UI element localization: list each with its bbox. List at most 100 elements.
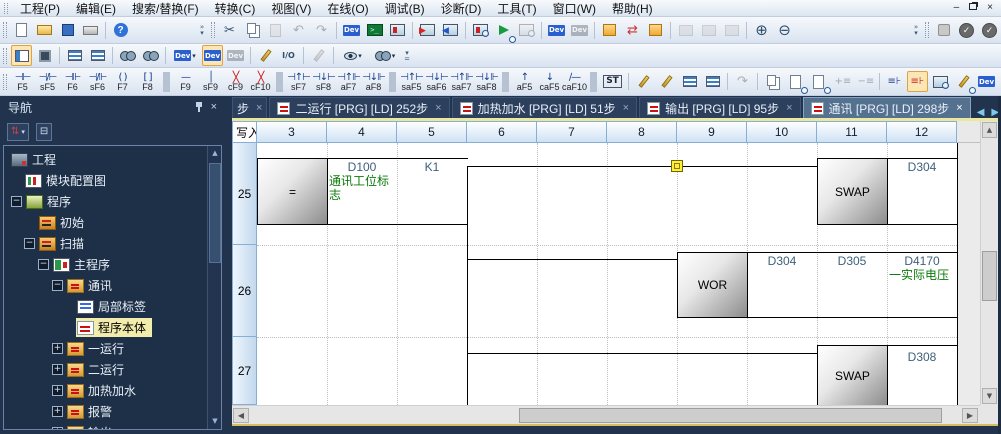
tab-scroll-left-icon[interactable]: ◀	[977, 107, 985, 118]
expander-icon[interactable]	[52, 343, 63, 354]
menu-item[interactable]: 窗口(W)	[545, 0, 604, 17]
ladder-symbol-button[interactable]: ╳cF10	[248, 69, 273, 95]
operand-label[interactable]: D308	[887, 350, 957, 364]
tree-item[interactable]: 报警	[4, 401, 221, 422]
tree-item[interactable]: 局部标签	[4, 296, 221, 317]
simulation-stop-icon[interactable]	[721, 20, 742, 41]
operand-label[interactable]: D4170	[887, 254, 957, 268]
horizontal-scrollbar[interactable]: ◀ ▶	[232, 405, 980, 424]
monitor-start-icon[interactable]	[493, 20, 514, 41]
ladder-symbol-button[interactable]: ( )F7	[110, 69, 135, 95]
outline-display-icon[interactable]: ≡⊦	[884, 71, 905, 92]
ladder-symbol-button[interactable]	[502, 72, 509, 92]
device-batch-find-icon[interactable]: Dev	[976, 71, 997, 92]
module-configuration-icon[interactable]	[34, 45, 55, 66]
parameter-edit-icon[interactable]	[255, 45, 276, 66]
ladder-symbol-button[interactable]: │sF9	[198, 69, 223, 95]
compare-instruction-block[interactable]: =	[257, 158, 328, 225]
device-memory-icon[interactable]: Dev	[202, 45, 223, 66]
save-icon[interactable]	[57, 20, 78, 41]
write-statement-icon[interactable]	[599, 20, 620, 41]
ladder-symbol-button[interactable]: ⊣⊩F6	[60, 69, 85, 95]
monitor-stop-icon[interactable]	[516, 20, 537, 41]
program-check-icon[interactable]: ✓	[956, 20, 977, 41]
ladder-symbol-button[interactable]: ∕—caF10	[562, 69, 587, 95]
tab-close-icon[interactable]: ×	[256, 102, 262, 114]
write-to-plc-icon[interactable]: ▶	[417, 20, 438, 41]
scroll-down-icon[interactable]: ▼	[982, 388, 997, 404]
find-statement-icon[interactable]	[785, 71, 806, 92]
tree-item[interactable]: 二运行	[4, 359, 221, 380]
expander-icon[interactable]	[52, 364, 63, 375]
ladder-symbol-button[interactable]: ⊣⊢F5	[10, 69, 35, 95]
monitor-watch-icon[interactable]	[470, 20, 491, 41]
device-comment-edit-icon[interactable]	[633, 71, 654, 92]
scroll-left-icon[interactable]: ◀	[233, 408, 249, 423]
navigation-window-icon[interactable]	[11, 45, 32, 66]
tree-item[interactable]: 主程序	[4, 254, 221, 275]
terminal-monitor-icon[interactable]: >_	[364, 20, 385, 41]
menu-item[interactable]: 帮助(H)	[604, 0, 661, 17]
expander-icon[interactable]	[52, 385, 63, 396]
tab-close-icon[interactable]: ×	[435, 102, 441, 114]
operand-label[interactable]: D304	[747, 254, 817, 268]
swap-instruction-block[interactable]: SWAP	[817, 345, 888, 405]
restore-button[interactable]	[969, 3, 977, 13]
menu-item[interactable]: 转换(C)	[207, 0, 264, 17]
tree-item[interactable]: 模块配置图	[4, 170, 221, 191]
tree-item[interactable]: 一运行	[4, 338, 221, 359]
device-find-icon[interactable]: ▾	[370, 45, 400, 66]
io-assignment-icon[interactable]: I/O	[278, 45, 299, 66]
document-tab[interactable]: 二运行 [PRG] [LD] 252步 ×	[269, 97, 449, 118]
delete-row-icon[interactable]: −≡	[854, 71, 875, 92]
expander-icon[interactable]	[38, 259, 49, 270]
ladder-symbol-button[interactable]: [ ]F8	[135, 69, 160, 95]
toolbar-overflow-icon[interactable]: »▾	[910, 24, 922, 36]
simulation-pause-icon[interactable]	[698, 20, 719, 41]
sidebar-close-icon[interactable]: ×	[211, 101, 217, 113]
pin-icon[interactable]	[195, 102, 203, 112]
document-tab[interactable]: 输出 [PRG] [LD] 95步 ×	[639, 97, 800, 118]
scroll-up-icon[interactable]: ▲	[209, 147, 221, 160]
ladder-canvas[interactable]: = D100 通讯工位标志 K1 SWAP D304 WOR D304 D305…	[257, 143, 980, 405]
find-replace-icon[interactable]	[140, 45, 161, 66]
register-watch-icon[interactable]	[953, 71, 974, 92]
tree-item[interactable]: 初始	[4, 212, 221, 233]
menu-item[interactable]: 工具(T)	[489, 0, 544, 17]
operand-label[interactable]: D100	[327, 160, 397, 174]
undo-icon[interactable]: ↶	[288, 20, 309, 41]
label-edit-icon[interactable]	[308, 45, 329, 66]
options-icon[interactable]	[933, 20, 954, 41]
print-icon[interactable]	[80, 20, 101, 41]
menu-item[interactable]: 视图(V)	[263, 0, 319, 17]
zoom-in-icon[interactable]: ⊕	[751, 20, 772, 41]
find-device-icon[interactable]	[930, 71, 951, 92]
ladder-symbol-button[interactable]: ST	[600, 69, 625, 95]
note-edit-icon[interactable]	[679, 71, 700, 92]
document-tab[interactable]: 加热加水 [PRG] [LD] 51步 ×	[452, 97, 637, 118]
menu-item[interactable]: 工程(P)	[12, 0, 68, 17]
scroll-down-icon[interactable]: ▼	[209, 415, 221, 428]
expander-icon[interactable]	[24, 238, 35, 249]
ladder-symbol-button[interactable]	[590, 72, 597, 92]
device-display-icon[interactable]: ▾	[338, 45, 368, 66]
ladder-symbol-button[interactable]: ⊣↓⊩aF8	[361, 69, 386, 95]
hardware-monitor-icon[interactable]	[387, 20, 408, 41]
read-statement-icon[interactable]	[645, 20, 666, 41]
device-monitor-icon[interactable]: Dev	[341, 20, 362, 41]
menu-item[interactable]: 在线(O)	[319, 0, 376, 17]
tree-scrollbar[interactable]: ▲ ▼	[207, 146, 221, 429]
detail-view-icon[interactable]	[87, 45, 108, 66]
toolbar-overflow-icon[interactable]: »▾	[196, 24, 208, 36]
list-view-icon[interactable]	[64, 45, 85, 66]
toolbar-overflow-icon[interactable]: ▾=	[401, 50, 413, 62]
menu-item[interactable]: 调试(B)	[377, 0, 433, 17]
scroll-up-icon[interactable]: ▲	[982, 122, 997, 138]
open-file-icon[interactable]	[34, 20, 55, 41]
outline-collapse-icon[interactable]: ≡⊦	[907, 71, 928, 92]
ladder-symbol-button[interactable]: ↓caF5	[537, 69, 562, 95]
operand-label[interactable]: K1	[397, 160, 467, 174]
tab-close-icon[interactable]: ×	[786, 102, 792, 114]
device-memory-detail-icon[interactable]: Dev	[225, 45, 246, 66]
tree-sort-icon[interactable]: ⇅▾	[7, 123, 29, 141]
